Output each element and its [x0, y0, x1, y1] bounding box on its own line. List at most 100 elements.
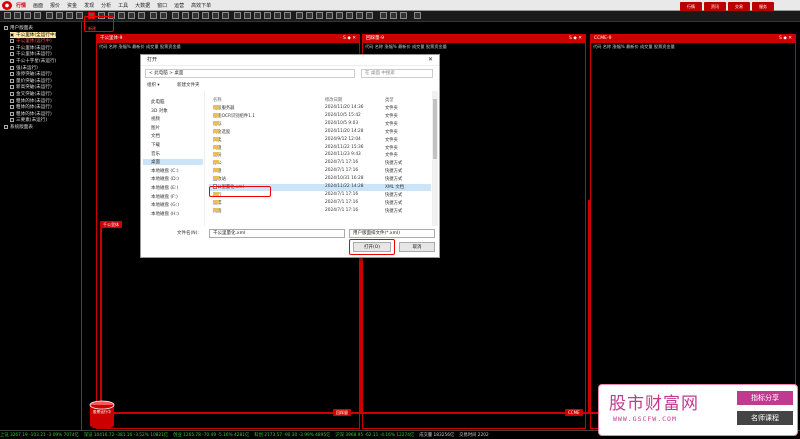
toolbar-button-icon[interactable] — [192, 12, 199, 19]
sidebar-item-label[interactable]: 粗体的体(未运行) — [16, 111, 52, 117]
file-type[interactable]: 文件夹 — [385, 137, 398, 143]
index-quote[interactable]: 科创 2173.57 -90.30 -3.99% 4895亿 — [254, 433, 330, 438]
folder-icon[interactable] — [213, 168, 219, 173]
toolbar-button-icon[interactable] — [306, 12, 313, 19]
menu-item[interactable]: 高效下单 — [191, 2, 211, 9]
toolbar-button-icon[interactable] — [274, 12, 281, 19]
sidebar-item[interactable]: 千公里体(未运行) — [10, 51, 52, 57]
file-name[interactable]: 桌面 — [213, 207, 222, 214]
top-right-button[interactable]: 行情 — [680, 2, 702, 11]
folder-icon[interactable] — [213, 152, 219, 157]
sidebar-item-label[interactable]: 新高突破(未运行) — [16, 84, 52, 90]
toolbar-button-icon[interactable] — [128, 12, 135, 19]
file-type-select[interactable]: 用户版面排文件(*.xml) — [349, 229, 435, 238]
folder-icon[interactable] — [213, 144, 219, 149]
sidebar-item[interactable]: 三要素(未运行) — [10, 117, 47, 123]
sidebar-item[interactable]: 千公里体(运行中) — [10, 38, 52, 44]
cancel-button[interactable]: 取消 — [399, 242, 435, 252]
file-date[interactable]: 2024/7/1 17:16 — [325, 208, 358, 213]
sidebar-item-label[interactable]: 千公里体(全运行中) — [16, 32, 56, 38]
folder-icon[interactable] — [213, 112, 219, 117]
file-type[interactable]: 快捷方式 — [385, 208, 402, 214]
menu-item[interactable]: 画面 — [33, 2, 43, 9]
menu-item[interactable]: 发现 — [84, 2, 94, 9]
checkbox-icon[interactable] — [10, 45, 14, 50]
file-date[interactable]: 2024/10/5 9:03 — [325, 121, 358, 126]
checkbox-icon[interactable] — [10, 105, 14, 110]
sidebar-item-label[interactable]: 涨停突破(未运行) — [16, 71, 52, 77]
toolbar-button-icon[interactable] — [264, 12, 271, 19]
file-row[interactable]: 桌面 2024/7/1 17:16 快捷方式 — [209, 207, 431, 215]
folder-icon[interactable] — [213, 199, 219, 204]
file-date[interactable]: 2024/7/1 17:16 — [325, 160, 358, 165]
toolbar-button-icon[interactable] — [150, 12, 157, 19]
nav-item[interactable]: 本地磁盘 (G:) — [151, 202, 179, 208]
file-date[interactable]: 2024/10/5 15:42 — [325, 113, 361, 118]
file-date[interactable]: 2024/11/22 14:28 — [325, 184, 364, 189]
search-input[interactable]: 在 桌面 中搜索 — [361, 69, 433, 78]
toolbar-button-icon[interactable] — [316, 12, 323, 19]
sidebar-item[interactable]: 千公里体(全运行中) — [10, 31, 57, 38]
sidebar-item[interactable]: 用户版面表 — [4, 25, 33, 31]
col-type[interactable]: 类型 — [385, 97, 394, 103]
folder-icon[interactable] — [213, 176, 219, 181]
sidebar-item[interactable]: 涨停突破(未运行) — [10, 71, 52, 77]
toolbar-button-icon[interactable] — [160, 12, 167, 19]
panel-settings-icon[interactable]: S ◆ ✕ — [779, 35, 792, 43]
nav-item[interactable]: 视频 — [151, 116, 160, 122]
checkbox-icon[interactable] — [10, 72, 14, 77]
toolbar-button-icon[interactable] — [34, 12, 41, 19]
sidebar-item[interactable]: 千公里体(未运行) — [10, 45, 52, 51]
toolbar-button-icon[interactable] — [380, 12, 387, 19]
panel-settings-icon[interactable]: S ◆ ✕ — [343, 35, 356, 43]
file-name[interactable]: 资金选股 — [213, 128, 230, 135]
nav-item[interactable]: 音乐 — [151, 151, 160, 157]
top-right-button[interactable]: 交易 — [728, 2, 750, 11]
sidebar-item-label[interactable]: 千公里体(运行中) — [16, 38, 52, 44]
file-date[interactable]: 2024/11/20 14:36 — [325, 105, 364, 110]
expand-icon[interactable] — [4, 26, 8, 30]
sidebar-item-label[interactable]: 量价突破(未运行) — [16, 78, 52, 84]
checkbox-icon[interactable] — [10, 32, 14, 37]
file-type[interactable]: 文件夹 — [385, 152, 398, 158]
toolbar-button-icon[interactable] — [414, 12, 421, 19]
toolbar-button-icon[interactable] — [46, 12, 53, 19]
checkbox-icon[interactable] — [10, 92, 14, 96]
index-quote[interactable]: 交易时间 2202 — [459, 433, 489, 438]
nav-item[interactable]: 图片 — [151, 125, 160, 131]
top-right-button[interactable]: 资讯 — [704, 2, 726, 11]
file-row[interactable]: 股份 2024/11/23 9:43 文件夹 — [209, 152, 431, 159]
file-name[interactable]: 开盘 — [213, 168, 222, 174]
toolbar-button-icon[interactable] — [222, 12, 229, 19]
file-row[interactable]: 资金选股 2024/11/20 14:28 文件夹 — [209, 128, 431, 136]
toolbar-button-icon[interactable] — [202, 12, 209, 19]
menu-item[interactable]: 分析 — [101, 2, 111, 9]
sidebar-item[interactable]: 金叉突破(未运行) — [10, 91, 52, 97]
toolbar-button-icon[interactable] — [4, 12, 11, 19]
menu-item[interactable]: 窗口 — [157, 2, 167, 9]
checkbox-icon[interactable] — [10, 85, 14, 90]
index-quote[interactable]: 成交量 183256亿 — [419, 433, 454, 438]
file-type[interactable]: 快捷方式 — [385, 176, 402, 182]
sidebar-item[interactable]: 强(未运行) — [10, 65, 38, 71]
toolbar-button-icon[interactable] — [66, 12, 73, 19]
file-name[interactable]: 量能OCR识别组件1.1 — [213, 112, 255, 119]
nav-item[interactable]: 3D 对象 — [151, 108, 168, 114]
sidebar-item[interactable]: 粗体的体(未运行) — [10, 111, 52, 117]
file-name[interactable]: 办公 — [213, 160, 222, 166]
toolbar-button-icon[interactable] — [24, 12, 31, 19]
index-quote[interactable]: 深证 10416.72 -381.16 -3.52% 10821亿 — [84, 433, 168, 438]
menu-item[interactable]: 行情 — [16, 2, 26, 9]
file-type[interactable]: XML 文档 — [385, 184, 404, 190]
checkbox-icon[interactable] — [10, 65, 14, 70]
col-name[interactable]: 名称 — [213, 97, 222, 103]
folder-icon[interactable] — [213, 136, 219, 141]
sidebar-item[interactable]: 新高突破(未运行) — [10, 84, 52, 90]
panel-settings-icon[interactable]: S ◆ ✕ — [569, 35, 582, 43]
checkbox-icon[interactable] — [10, 111, 14, 116]
index-quote[interactable]: 上证 3267.19 -103.21 -3.09% 7074亿 — [0, 433, 79, 438]
sidebar-item[interactable]: 千公十字星(未运行) — [10, 58, 56, 64]
file-type[interactable]: 文件夹 — [385, 113, 398, 119]
file-name[interactable]: 买卖 — [213, 136, 222, 143]
file-row[interactable]: 买卖 2024/9/12 12:04 文件夹 — [209, 136, 431, 144]
